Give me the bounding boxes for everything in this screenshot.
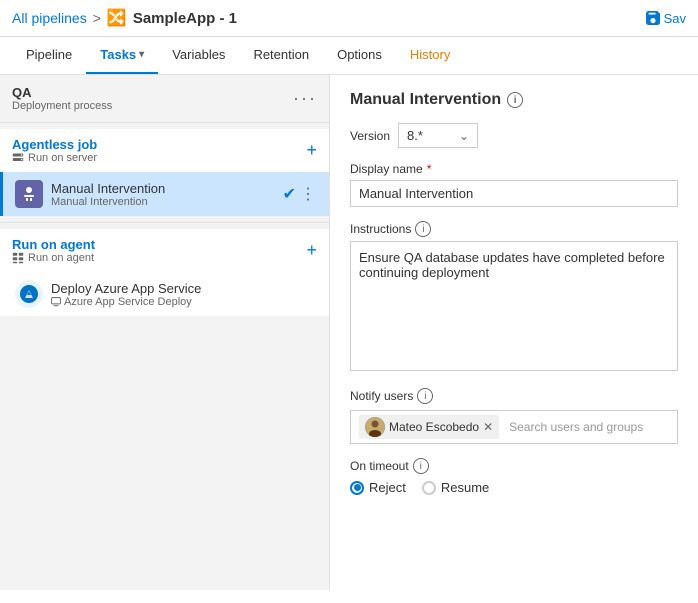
right-panel: Manual Intervention i Version 8.* ⌄ Disp… [330,75,698,590]
manual-intervention-text: Manual Intervention Manual Intervention [51,181,283,208]
separator-1 [0,122,329,123]
version-dropdown-arrow: ⌄ [459,129,469,143]
breadcrumb-separator: > [93,10,101,26]
save-button[interactable]: Sav [646,11,686,26]
save-icon [646,11,660,25]
separator-2 [0,222,329,223]
timeout-info-icon[interactable]: i [413,458,429,474]
user-avatar-mateo [365,417,385,437]
run-on-agent-title: Run on agent [12,237,95,252]
tab-pipeline[interactable]: Pipeline [12,37,86,74]
on-timeout-label: On timeout i [350,458,678,474]
notify-users-group: Notify users i Mateo Escobedo ✕ Search [350,388,678,444]
agent-icon [12,252,24,264]
agentless-job-section: Agentless job Run on server + [0,129,329,216]
notify-users-input-row[interactable]: Mateo Escobedo ✕ Search users and groups [350,410,678,444]
server-icon [12,152,24,164]
deploy-azure-task[interactable]: Deploy Azure App Service Azure App Servi… [0,272,329,316]
notify-info-icon[interactable]: i [417,388,433,404]
run-on-agent-header[interactable]: Run on agent Run on agent + [0,229,329,272]
manual-intervention-task[interactable]: Manual Intervention Manual Intervention … [0,172,329,216]
run-on-agent-add-button[interactable]: + [306,240,317,261]
all-pipelines-link[interactable]: All pipelines [12,10,87,26]
reject-radio-circle[interactable] [350,481,364,495]
run-on-agent-subtitle: Run on agent [12,252,95,264]
panel-title: Manual Intervention i [350,91,678,109]
required-marker: * [427,162,432,176]
instructions-textarea[interactable]: Ensure QA database updates have complete… [350,241,678,371]
left-panel: QA Deployment process ··· Agentless job … [0,75,330,590]
deploy-detail-icon [51,297,61,307]
breadcrumb: All pipelines > 🔀 SampleApp - 1 [12,8,237,28]
manual-intervention-icon [15,180,43,208]
run-on-agent-section: Run on agent Run on agent + [0,229,329,316]
version-dropdown[interactable]: 8.* ⌄ [398,123,478,148]
manual-intervention-detail: Manual Intervention [51,196,283,208]
instructions-label: Instructions i [350,221,678,237]
user-remove-button[interactable]: ✕ [483,420,493,434]
user-name-mateo: Mateo Escobedo [389,420,479,434]
avatar-icon [365,417,385,437]
reject-option[interactable]: Reject [350,480,406,495]
tab-variables[interactable]: Variables [158,37,239,74]
nav-tabs: Pipeline Tasks ▾ Variables Retention Opt… [0,37,698,75]
timeout-radio-group: Reject Resume [350,480,678,495]
run-on-agent-info: Run on agent Run on agent [12,237,95,264]
stage-header: QA Deployment process ··· [0,75,329,118]
main-layout: QA Deployment process ··· Agentless job … [0,75,698,590]
save-label: Sav [664,11,686,26]
instructions-info-icon[interactable]: i [415,221,431,237]
manual-intervention-name: Manual Intervention [51,181,283,196]
agentless-job-subtitle: Run on server [12,152,97,164]
display-name-input[interactable] [350,180,678,207]
tab-history[interactable]: History [396,37,464,74]
person-icon [21,186,37,202]
pipeline-icon: 🔀 [107,8,127,28]
tab-retention[interactable]: Retention [239,37,323,74]
search-users-placeholder[interactable]: Search users and groups [509,420,643,434]
stage-title: QA [12,85,112,100]
resume-radio-circle[interactable] [422,481,436,495]
agentless-job-title: Agentless job [12,137,97,152]
notify-users-label: Notify users i [350,388,678,404]
task-check-icon: ✔ [283,184,296,204]
agentless-job-info: Agentless job Run on server [12,137,97,164]
azure-icon [19,284,39,304]
version-label: Version [350,129,390,143]
title-info-icon[interactable]: i [507,92,523,108]
stage-info: QA Deployment process [12,85,112,112]
reject-label: Reject [369,480,406,495]
display-name-group: Display name * [350,162,678,207]
version-value: 8.* [407,128,423,143]
tab-tasks[interactable]: Tasks ▾ [86,37,158,74]
user-tag-mateo: Mateo Escobedo ✕ [359,415,499,439]
agentless-job-header[interactable]: Agentless job Run on server + [0,129,329,172]
tasks-dropdown-arrow: ▾ [139,49,144,60]
deploy-azure-detail: Azure App Service Deploy [51,296,317,308]
tab-options[interactable]: Options [323,37,396,74]
on-timeout-group: On timeout i Reject Resume [350,458,678,495]
stage-menu-button[interactable]: ··· [293,88,317,109]
agentless-job-add-button[interactable]: + [306,140,317,161]
task-actions: ✔ ⋮ [283,184,317,204]
deploy-azure-icon [15,280,43,308]
task-context-menu-button[interactable]: ⋮ [300,184,317,204]
stage-subtitle: Deployment process [12,100,112,112]
resume-label: Resume [441,480,489,495]
version-row: Version 8.* ⌄ [350,123,678,148]
deploy-azure-name: Deploy Azure App Service [51,281,317,296]
deploy-azure-text: Deploy Azure App Service Azure App Servi… [51,281,317,308]
header: All pipelines > 🔀 SampleApp - 1 Sav [0,0,698,37]
resume-option[interactable]: Resume [422,480,489,495]
instructions-group: Instructions i Ensure QA database update… [350,221,678,374]
pipeline-name: SampleApp - 1 [133,10,237,27]
display-name-label: Display name * [350,162,678,176]
